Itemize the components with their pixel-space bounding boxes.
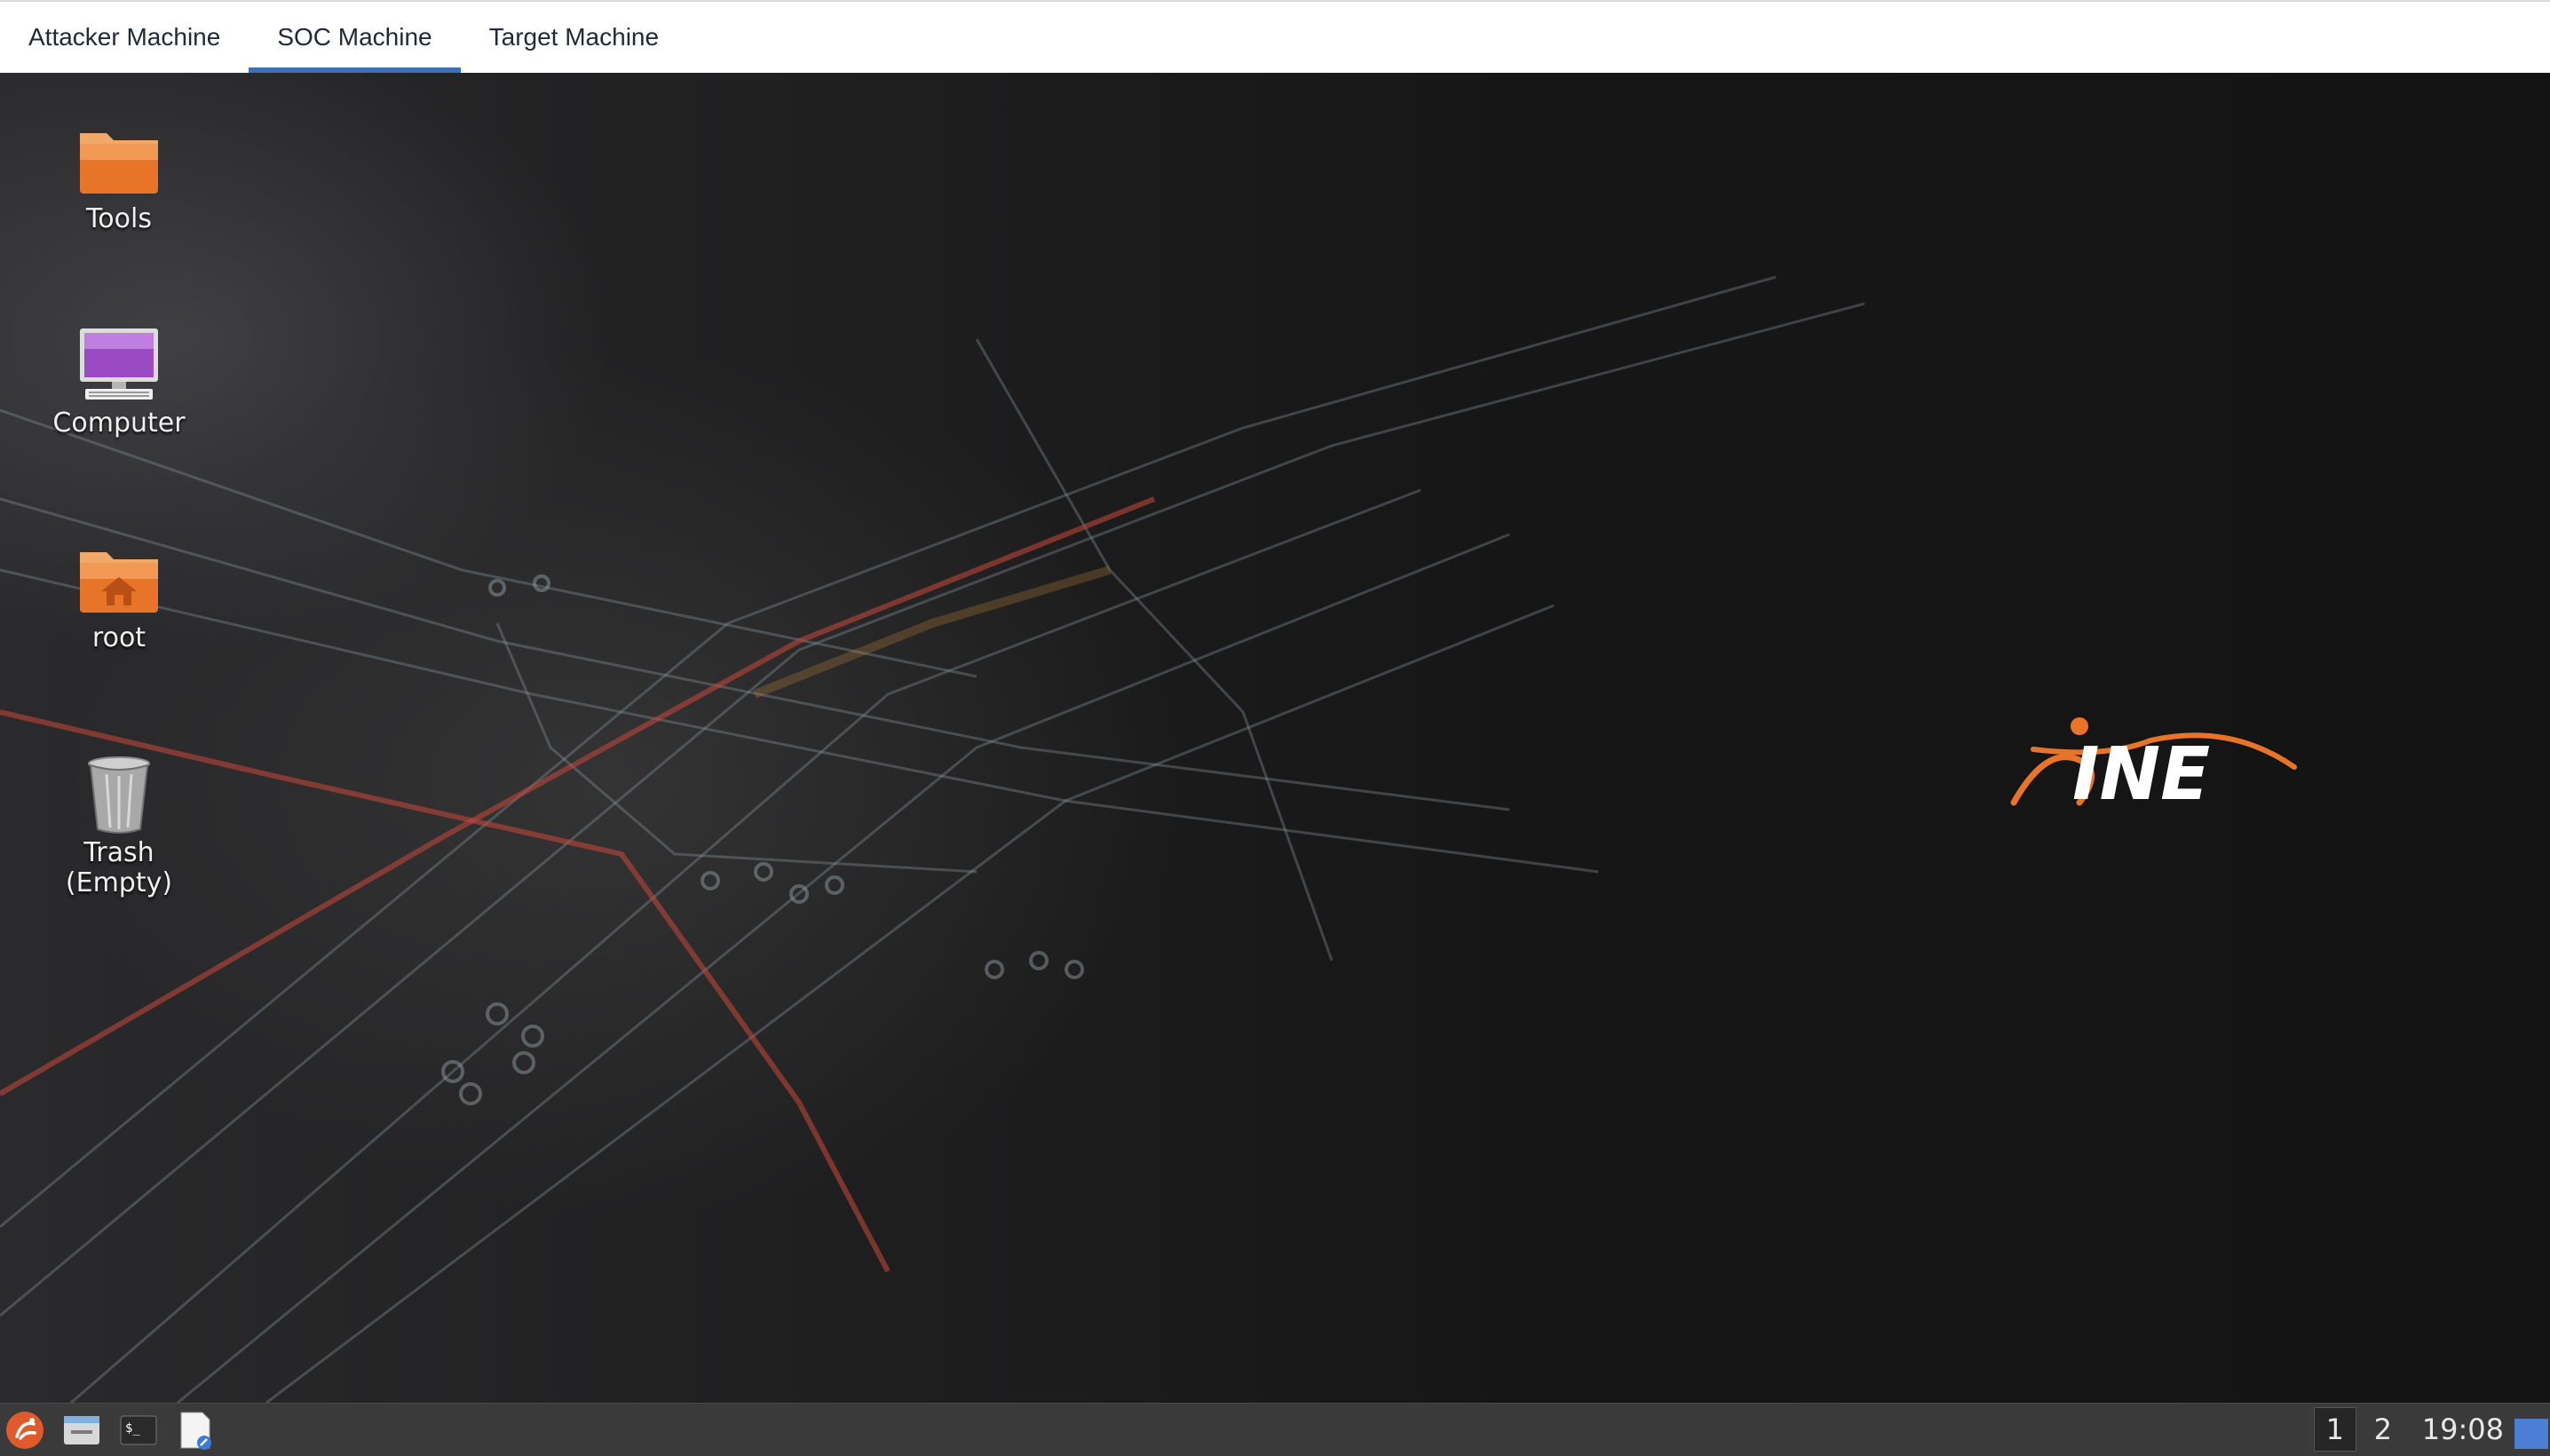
terminal-button[interactable]: $_ <box>114 1405 163 1455</box>
file-manager-icon <box>64 1415 99 1444</box>
show-desktop-button[interactable] <box>2514 1419 2548 1449</box>
file-manager-button[interactable] <box>57 1405 107 1455</box>
tab-attacker-machine[interactable]: Attacker Machine <box>0 2 249 73</box>
desktop-icon-computer[interactable]: Computer <box>21 325 217 439</box>
folder-icon <box>80 133 158 194</box>
desktop-icon-label: Trash (Empty) <box>65 837 173 898</box>
ine-logo: INE <box>2010 717 2297 817</box>
desktop-icon-label: root <box>91 622 147 653</box>
desktop-icon-trash[interactable]: Trash (Empty) <box>21 755 217 898</box>
system-tray: 1 2 19:08 <box>2313 1404 2550 1455</box>
clock[interactable]: 19:08 <box>2422 1412 2504 1446</box>
text-editor-button[interactable] <box>170 1405 220 1455</box>
tab-target-machine[interactable]: Target Machine <box>461 2 687 73</box>
app-menu-button[interactable] <box>0 1405 50 1455</box>
logo-text: INE <box>2072 732 2210 817</box>
svg-text:$_: $_ <box>125 1421 140 1436</box>
desktop[interactable]: Tools Computer root Trash (Empty) INE <box>0 73 2550 1403</box>
workspace-2-button[interactable]: 2 <box>2362 1407 2404 1452</box>
desktop-icon-root[interactable]: root <box>21 540 217 653</box>
text-editor-icon <box>180 1412 211 1450</box>
desktop-icon-label: Computer <box>52 408 186 439</box>
desktop-icon-label: Tools <box>86 203 152 234</box>
machine-tab-bar: Attacker Machine SOC Machine Target Mach… <box>0 0 2550 73</box>
desktop-icon-tools[interactable]: Tools <box>21 121 217 234</box>
terminal-icon: $_ <box>120 1415 157 1444</box>
trash-icon <box>88 756 150 834</box>
computer-icon <box>80 328 158 400</box>
tab-soc-machine[interactable]: SOC Machine <box>249 2 461 73</box>
home-folder-icon <box>80 552 158 613</box>
workspace-1-button[interactable]: 1 <box>2313 1407 2356 1452</box>
taskbar: $_ 1 2 19:08 <box>0 1403 2550 1456</box>
app-menu-icon <box>6 1411 44 1449</box>
